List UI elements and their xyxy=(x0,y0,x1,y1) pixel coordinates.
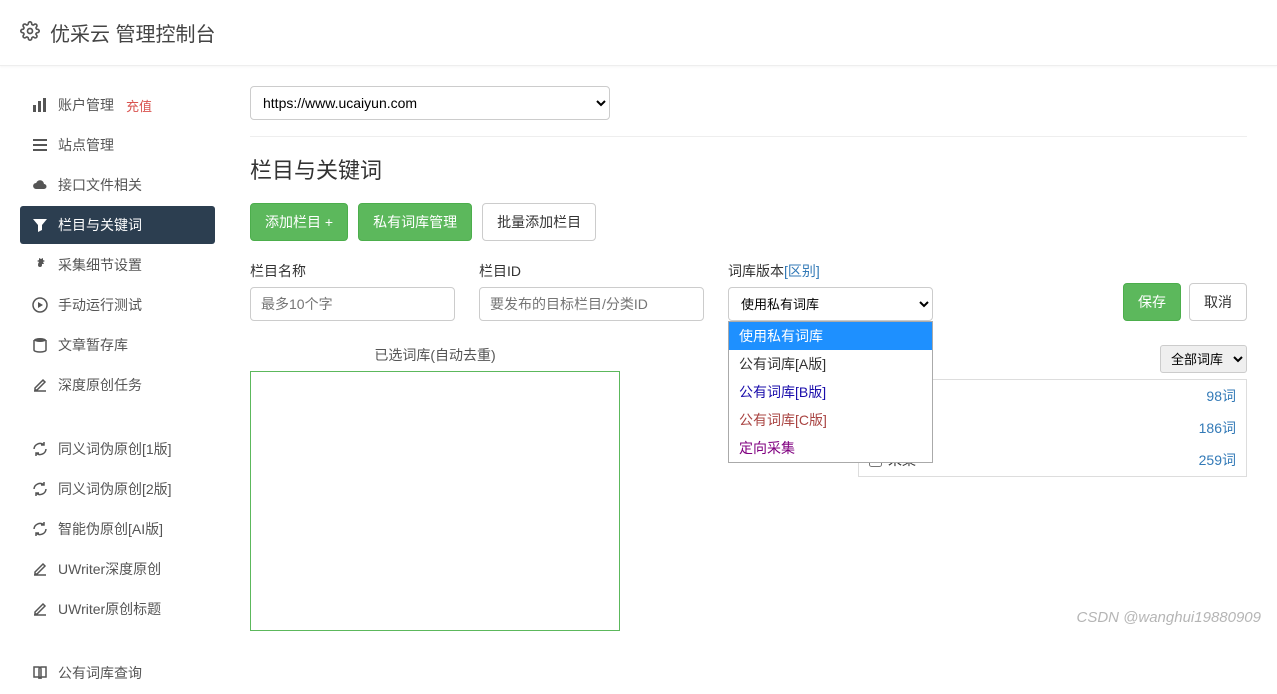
gears-icon xyxy=(32,257,48,273)
sidebar-item-ai[interactable]: 智能伪原创[AI版] xyxy=(20,510,215,548)
play-icon xyxy=(32,297,48,313)
dropdown-option[interactable]: 公有词库[C版] xyxy=(729,406,932,434)
edit-icon xyxy=(32,561,48,577)
selected-dict-title: 已选词库(自动去重) xyxy=(250,345,620,365)
sidebar-item-account[interactable]: 账户管理充值 xyxy=(20,86,215,124)
refresh-icon xyxy=(32,481,48,497)
sidebar-item-label: 站点管理 xyxy=(58,135,114,155)
edit-icon xyxy=(32,601,48,617)
filter-icon xyxy=(32,217,48,233)
sidebar-item-column[interactable]: 栏目与关键词 xyxy=(20,206,215,244)
site-select[interactable]: https://www.ucaiyun.com xyxy=(250,86,610,120)
save-button[interactable]: 保存 xyxy=(1123,283,1181,321)
sidebar-item-uwriter-title[interactable]: UWriter原创标题 xyxy=(20,590,215,628)
dict-version-select[interactable]: 使用私有词库 xyxy=(728,287,933,321)
sidebar-item-label: 公有词库查询 xyxy=(58,663,142,683)
sidebar-item-syn1[interactable]: 同义词伪原创[1版] xyxy=(20,430,215,468)
cancel-button[interactable]: 取消 xyxy=(1189,283,1247,321)
gear-icon xyxy=(20,21,40,44)
sidebar-item-label: 深度原创任务 xyxy=(58,375,142,395)
dict-count: 259词 xyxy=(1199,450,1236,470)
dict-filter-select[interactable]: 全部词库 xyxy=(1160,345,1247,373)
batch-add-button[interactable]: 批量添加栏目 xyxy=(482,203,596,241)
column-name-input[interactable] xyxy=(250,287,455,321)
column-id-input[interactable] xyxy=(479,287,704,321)
dropdown-option[interactable]: 使用私有词库 xyxy=(729,322,932,350)
list-icon xyxy=(32,137,48,153)
refresh-icon xyxy=(32,521,48,537)
database-icon xyxy=(32,337,48,353)
cloud-icon xyxy=(32,177,48,193)
sidebar-item-label: 手动运行测试 xyxy=(58,295,142,315)
dict-count: 98词 xyxy=(1206,386,1236,406)
sidebar-item-uwriter-deep[interactable]: UWriter深度原创 xyxy=(20,550,215,588)
sidebar-item-label: 采集细节设置 xyxy=(58,255,142,275)
section-title: 栏目与关键词 xyxy=(250,153,1247,185)
sidebar-item-label: 同义词伪原创[1版] xyxy=(58,439,172,459)
sidebar-item-label: 文章暂存库 xyxy=(58,335,128,355)
sidebar-item-draft[interactable]: 文章暂存库 xyxy=(20,326,215,364)
sidebar-item-label: 同义词伪原创[2版] xyxy=(58,479,172,499)
sidebar-item-label: 接口文件相关 xyxy=(58,175,142,195)
dropdown-option[interactable]: 公有词库[A版] xyxy=(729,350,932,378)
sidebar-item-syn2[interactable]: 同义词伪原创[2版] xyxy=(20,470,215,508)
sidebar-item-label: UWriter深度原创 xyxy=(58,559,161,579)
dropdown-option[interactable]: 定向采集 xyxy=(729,434,932,462)
add-column-button[interactable]: 添加栏目 + xyxy=(250,203,348,241)
sidebar-item-label: UWriter原创标题 xyxy=(58,599,161,619)
divider xyxy=(250,136,1247,137)
bar-chart-icon xyxy=(32,97,48,113)
column-id-label: 栏目ID xyxy=(479,261,704,281)
sidebar-item-detail[interactable]: 采集细节设置 xyxy=(20,246,215,284)
refresh-icon xyxy=(32,441,48,457)
page-title: 优采云 管理控制台 xyxy=(50,18,216,47)
sidebar-item-deep[interactable]: 深度原创任务 xyxy=(20,366,215,404)
dict-version-label: 词库版本[区别] xyxy=(728,261,933,281)
sidebar-item-manual[interactable]: 手动运行测试 xyxy=(20,286,215,324)
private-dict-button[interactable]: 私有词库管理 xyxy=(358,203,472,241)
sidebar-item-label: 栏目与关键词 xyxy=(58,215,142,235)
sidebar-item-label: 账户管理 xyxy=(58,95,114,115)
dict-count: 186词 xyxy=(1199,418,1236,438)
dropdown-option[interactable]: 公有词库[B版] xyxy=(729,378,932,406)
book-icon xyxy=(32,665,48,681)
app-header: 优采云 管理控制台 xyxy=(0,0,1277,66)
column-name-label: 栏目名称 xyxy=(250,261,455,281)
main-content: https://www.ucaiyun.com 栏目与关键词 添加栏目 + 私有… xyxy=(220,66,1277,694)
selected-dict-panel xyxy=(250,371,620,631)
dict-version-dropdown: 使用私有词库公有词库[A版]公有词库[B版]公有词库[C版]定向采集 xyxy=(728,321,933,463)
recharge-badge[interactable]: 充值 xyxy=(126,96,152,115)
version-diff-link[interactable]: [区别] xyxy=(784,263,820,279)
sidebar-item-public-dict[interactable]: 公有词库查询 xyxy=(20,654,215,692)
sidebar-item-api[interactable]: 接口文件相关 xyxy=(20,166,215,204)
edit-icon xyxy=(32,377,48,393)
sidebar-item-site[interactable]: 站点管理 xyxy=(20,126,215,164)
sidebar: 账户管理充值站点管理接口文件相关栏目与关键词采集细节设置手动运行测试文章暂存库深… xyxy=(0,66,220,694)
sidebar-item-label: 智能伪原创[AI版] xyxy=(58,519,163,539)
